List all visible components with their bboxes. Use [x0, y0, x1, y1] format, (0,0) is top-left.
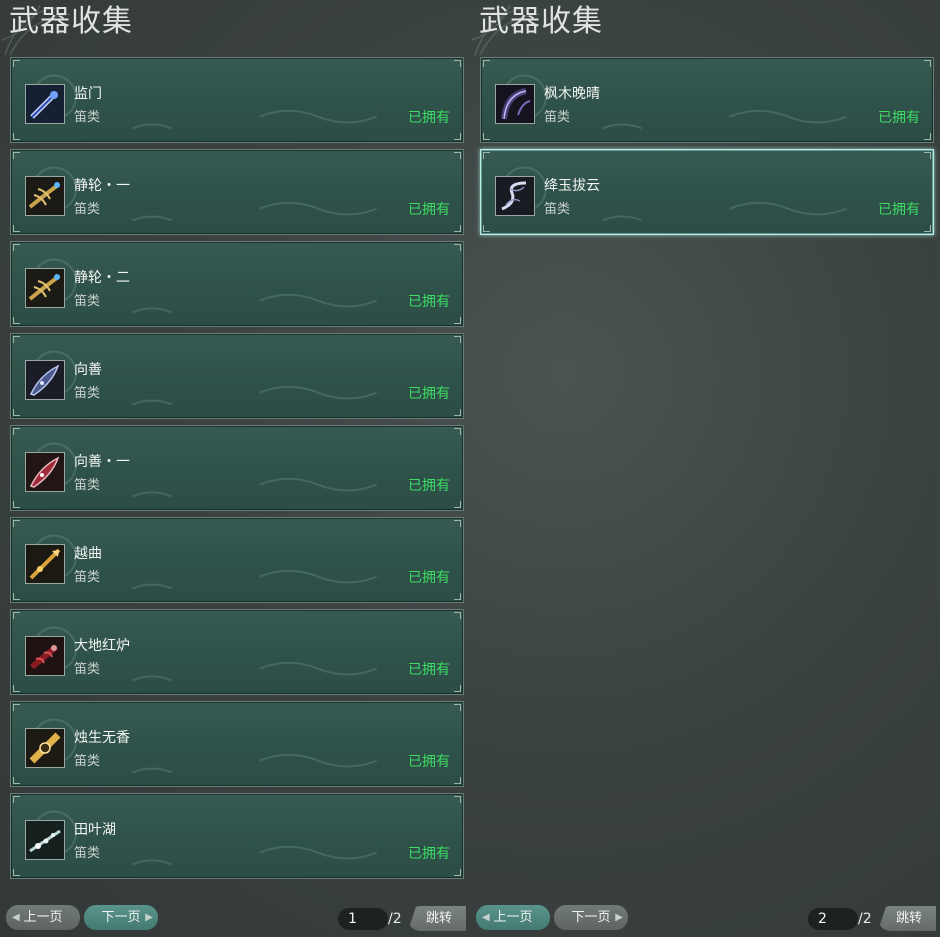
weapon-card-tianye-hu[interactable]: 田叶湖 笛类 已拥有 — [10, 793, 464, 879]
weapon-card-yuequ[interactable]: 越曲 笛类 已拥有 — [10, 517, 464, 603]
pagination-bar: ◀ 上一页 下一页 ▶ 2 /2 跳转 — [470, 905, 940, 931]
page-total: /2 — [388, 911, 402, 927]
pagination-bar: ◀ 上一页 下一页 ▶ 1 /2 跳转 — [0, 905, 470, 931]
prev-page-label: 上一页 — [23, 910, 63, 925]
weapon-list: 枫木晚晴 笛类 已拥有 绛玉拔云 笛类 已拥有 — [480, 57, 934, 241]
weapon-list: 监门 笛类 已拥有 静轮・一 笛类 已拥有 静轮・二 笛类 已拥有 向善 笛类 … — [10, 57, 464, 885]
next-page-button[interactable]: 下一页 ▶ — [84, 905, 158, 930]
page-number-input[interactable]: 1 — [338, 908, 388, 930]
weapon-name: 枫木晚晴 — [544, 86, 600, 102]
chevron-left-icon: ◀ — [12, 912, 20, 923]
page-number-input[interactable]: 2 — [808, 908, 858, 930]
weapon-card-jinglun-2[interactable]: 静轮・二 笛类 已拥有 — [10, 241, 464, 327]
weapon-name: 向善・一 — [74, 454, 130, 470]
owned-status: 已拥有 — [408, 386, 450, 402]
weapon-card-xiangshan[interactable]: 向善 笛类 已拥有 — [10, 333, 464, 419]
weapon-type: 笛类 — [74, 570, 101, 585]
silver-dragon-flute-icon — [495, 176, 535, 216]
next-page-label: 下一页 — [571, 910, 611, 925]
dark-purple-flute-icon — [495, 84, 535, 124]
blue-silver-flute-icon — [25, 84, 65, 124]
weapon-name: 向善 — [74, 362, 102, 378]
next-page-label: 下一页 — [101, 910, 141, 925]
white-flower-flute-icon — [25, 820, 65, 860]
next-page-button[interactable]: 下一页 ▶ — [554, 905, 628, 930]
weapon-type: 笛类 — [544, 110, 571, 125]
weapon-card-zhusheng-wuxiang[interactable]: 烛生无香 笛类 已拥有 — [10, 701, 464, 787]
weapon-name: 静轮・一 — [74, 178, 130, 194]
weapon-name: 越曲 — [74, 546, 102, 562]
weapon-collection-panel-right: 武器收集 枫木晚晴 笛类 已拥有 绛玉拔云 笛类 已拥有 ◀ 上一页 下一页 ▶… — [470, 0, 940, 937]
weapon-type: 笛类 — [74, 846, 101, 861]
chevron-right-icon: ▶ — [615, 912, 623, 923]
red-blade-flute-icon — [25, 452, 65, 492]
weapon-type: 笛类 — [74, 754, 101, 769]
weapon-card-fengmu-wanqing[interactable]: 枫木晚晴 笛类 已拥有 — [480, 57, 934, 143]
weapon-name: 静轮・二 — [74, 270, 130, 286]
owned-status: 已拥有 — [408, 846, 450, 862]
owned-status: 已拥有 — [408, 570, 450, 586]
chevron-left-icon: ◀ — [482, 912, 490, 923]
owned-status: 已拥有 — [408, 662, 450, 678]
prev-page-label: 上一页 — [493, 910, 533, 925]
panel-title: 武器收集 — [479, 4, 603, 39]
weapon-card-jiangyu-bayun[interactable]: 绛玉拔云 笛类 已拥有 — [480, 149, 934, 235]
weapon-card-jinglun-1[interactable]: 静轮・一 笛类 已拥有 — [10, 149, 464, 235]
weapon-type: 笛类 — [74, 294, 101, 309]
weapon-name: 监门 — [74, 86, 102, 102]
weapon-type: 笛类 — [74, 110, 101, 125]
weapon-name: 绛玉拔云 — [544, 178, 600, 194]
weapon-card-xiangshan-1[interactable]: 向善・一 笛类 已拥有 — [10, 425, 464, 511]
weapon-collection-panel-left: 武器收集 监门 笛类 已拥有 静轮・一 笛类 已拥有 静轮・二 笛类 已拥有 向… — [0, 0, 470, 937]
red-forge-flute-icon — [25, 636, 65, 676]
chevron-right-icon: ▶ — [145, 912, 153, 923]
golden-claw-flute-icon — [25, 176, 65, 216]
jump-button[interactable]: 跳转 — [408, 906, 466, 931]
owned-status: 已拥有 — [408, 110, 450, 126]
weapon-name: 田叶湖 — [74, 822, 116, 838]
weapon-type: 笛类 — [74, 662, 101, 677]
weapon-name: 大地红炉 — [74, 638, 130, 654]
weapon-type: 笛类 — [74, 478, 101, 493]
blue-blade-flute-icon — [25, 360, 65, 400]
owned-status: 已拥有 — [408, 202, 450, 218]
owned-status: 已拥有 — [878, 202, 920, 218]
owned-status: 已拥有 — [408, 754, 450, 770]
owned-status: 已拥有 — [878, 110, 920, 126]
weapon-type: 笛类 — [74, 386, 101, 401]
prev-page-button[interactable]: ◀ 上一页 — [6, 905, 80, 930]
page-total: /2 — [858, 911, 872, 927]
owned-status: 已拥有 — [408, 478, 450, 494]
prev-page-button[interactable]: ◀ 上一页 — [476, 905, 550, 930]
weapon-type: 笛类 — [74, 202, 101, 217]
golden-spear-flute-icon — [25, 544, 65, 584]
jump-button[interactable]: 跳转 — [878, 906, 936, 931]
weapon-name: 烛生无香 — [74, 730, 130, 746]
golden-ornate-flute-icon — [25, 728, 65, 768]
owned-status: 已拥有 — [408, 294, 450, 310]
weapon-card-dadi-honglu[interactable]: 大地红炉 笛类 已拥有 — [10, 609, 464, 695]
weapon-type: 笛类 — [544, 202, 571, 217]
weapon-card-jianmen[interactable]: 监门 笛类 已拥有 — [10, 57, 464, 143]
panel-title: 武器收集 — [9, 4, 133, 39]
golden-claw-flute-icon — [25, 268, 65, 308]
